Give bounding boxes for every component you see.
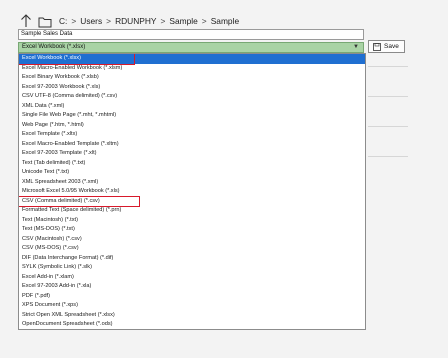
file-type-option[interactable]: CSV (Macintosh) (*.csv)	[19, 235, 365, 245]
navigation-bar: C: > Users > RDUNPHY > Sample > Sample	[20, 12, 240, 30]
breadcrumb-item[interactable]: Sample	[210, 16, 240, 26]
file-type-select[interactable]: Excel Workbook (*.xlsx) ▼	[18, 42, 364, 53]
file-type-option[interactable]: Web Page (*.htm, *.html)	[19, 121, 365, 131]
save-button[interactable]: Save	[368, 40, 405, 53]
folder-icon	[38, 15, 52, 28]
breadcrumb-separator: >	[106, 16, 112, 26]
file-type-option[interactable]: XPS Document (*.xps)	[19, 301, 365, 311]
breadcrumb-item[interactable]: C:	[58, 16, 68, 26]
file-type-option[interactable]: Excel Workbook (*.xlsx)	[19, 54, 365, 64]
file-type-option[interactable]: Unicode Text (*.txt)	[19, 168, 365, 178]
file-type-option[interactable]: Strict Open XML Spreadsheet (*.xlsx)	[19, 311, 365, 321]
file-type-option[interactable]: Excel Template (*.xltx)	[19, 130, 365, 140]
file-type-option[interactable]: OpenDocument Spreadsheet (*.ods)	[19, 320, 365, 329]
breadcrumb: C: > Users > RDUNPHY > Sample > Sample	[58, 16, 240, 26]
file-type-option[interactable]: Excel Macro-Enabled Template (*.xltm)	[19, 140, 365, 150]
file-type-value: Excel Workbook (*.xlsx)	[22, 44, 86, 50]
file-type-option[interactable]: Text (MS-DOS) (*.txt)	[19, 225, 365, 235]
chevron-down-icon[interactable]: ▼	[353, 43, 359, 52]
file-type-option[interactable]: PDF (*.pdf)	[19, 292, 365, 302]
file-type-option[interactable]: SYLK (Symbolic Link) (*.slk)	[19, 263, 365, 273]
save-icon	[373, 42, 381, 51]
file-name-input[interactable]: Sample Sales Data	[18, 29, 364, 40]
file-type-option[interactable]: CSV (MS-DOS) (*.csv)	[19, 244, 365, 254]
breadcrumb-separator: >	[160, 16, 166, 26]
file-type-option[interactable]: XML Spreadsheet 2003 (*.xml)	[19, 178, 365, 188]
file-type-option[interactable]: Excel Add-in (*.xlam)	[19, 273, 365, 283]
file-type-option[interactable]: Microsoft Excel 5.0/95 Workbook (*.xls)	[19, 187, 365, 197]
file-type-option[interactable]: Text (Macintosh) (*.txt)	[19, 216, 365, 226]
file-type-option[interactable]: DIF (Data Interchange Format) (*.dif)	[19, 254, 365, 264]
up-arrow-icon[interactable]	[20, 14, 32, 28]
breadcrumb-item[interactable]: Sample	[168, 16, 198, 26]
divider	[368, 96, 408, 97]
file-type-option[interactable]: Text (Tab delimited) (*.txt)	[19, 159, 365, 169]
divider	[368, 156, 408, 157]
breadcrumb-item[interactable]: Users	[79, 16, 103, 26]
divider	[368, 66, 408, 67]
file-type-option[interactable]: XML Data (*.xml)	[19, 102, 365, 112]
divider	[368, 126, 408, 127]
file-type-option[interactable]: CSV (Comma delimited) (*.csv)	[19, 197, 365, 207]
file-type-dropdown-list[interactable]: Excel Workbook (*.xlsx) Excel Macro-Enab…	[18, 53, 366, 330]
breadcrumb-separator: >	[201, 16, 207, 26]
file-type-option[interactable]: Excel 97-2003 Add-in (*.xla)	[19, 282, 365, 292]
file-type-option[interactable]: Formatted Text (Space delimited) (*.prn)	[19, 206, 365, 216]
file-type-option[interactable]: Excel 97-2003 Template (*.xlt)	[19, 149, 365, 159]
file-type-option[interactable]: Excel Macro-Enabled Workbook (*.xlsm)	[19, 64, 365, 74]
file-type-option[interactable]: Excel Binary Workbook (*.xlsb)	[19, 73, 365, 83]
file-type-option[interactable]: Excel 97-2003 Workbook (*.xls)	[19, 83, 365, 93]
breadcrumb-separator: >	[71, 16, 77, 26]
save-button-label: Save	[384, 43, 399, 50]
breadcrumb-item[interactable]: RDUNPHY	[114, 16, 157, 26]
file-type-option[interactable]: Single File Web Page (*.mht, *.mhtml)	[19, 111, 365, 121]
file-type-option[interactable]: CSV UTF-8 (Comma delimited) (*.csv)	[19, 92, 365, 102]
